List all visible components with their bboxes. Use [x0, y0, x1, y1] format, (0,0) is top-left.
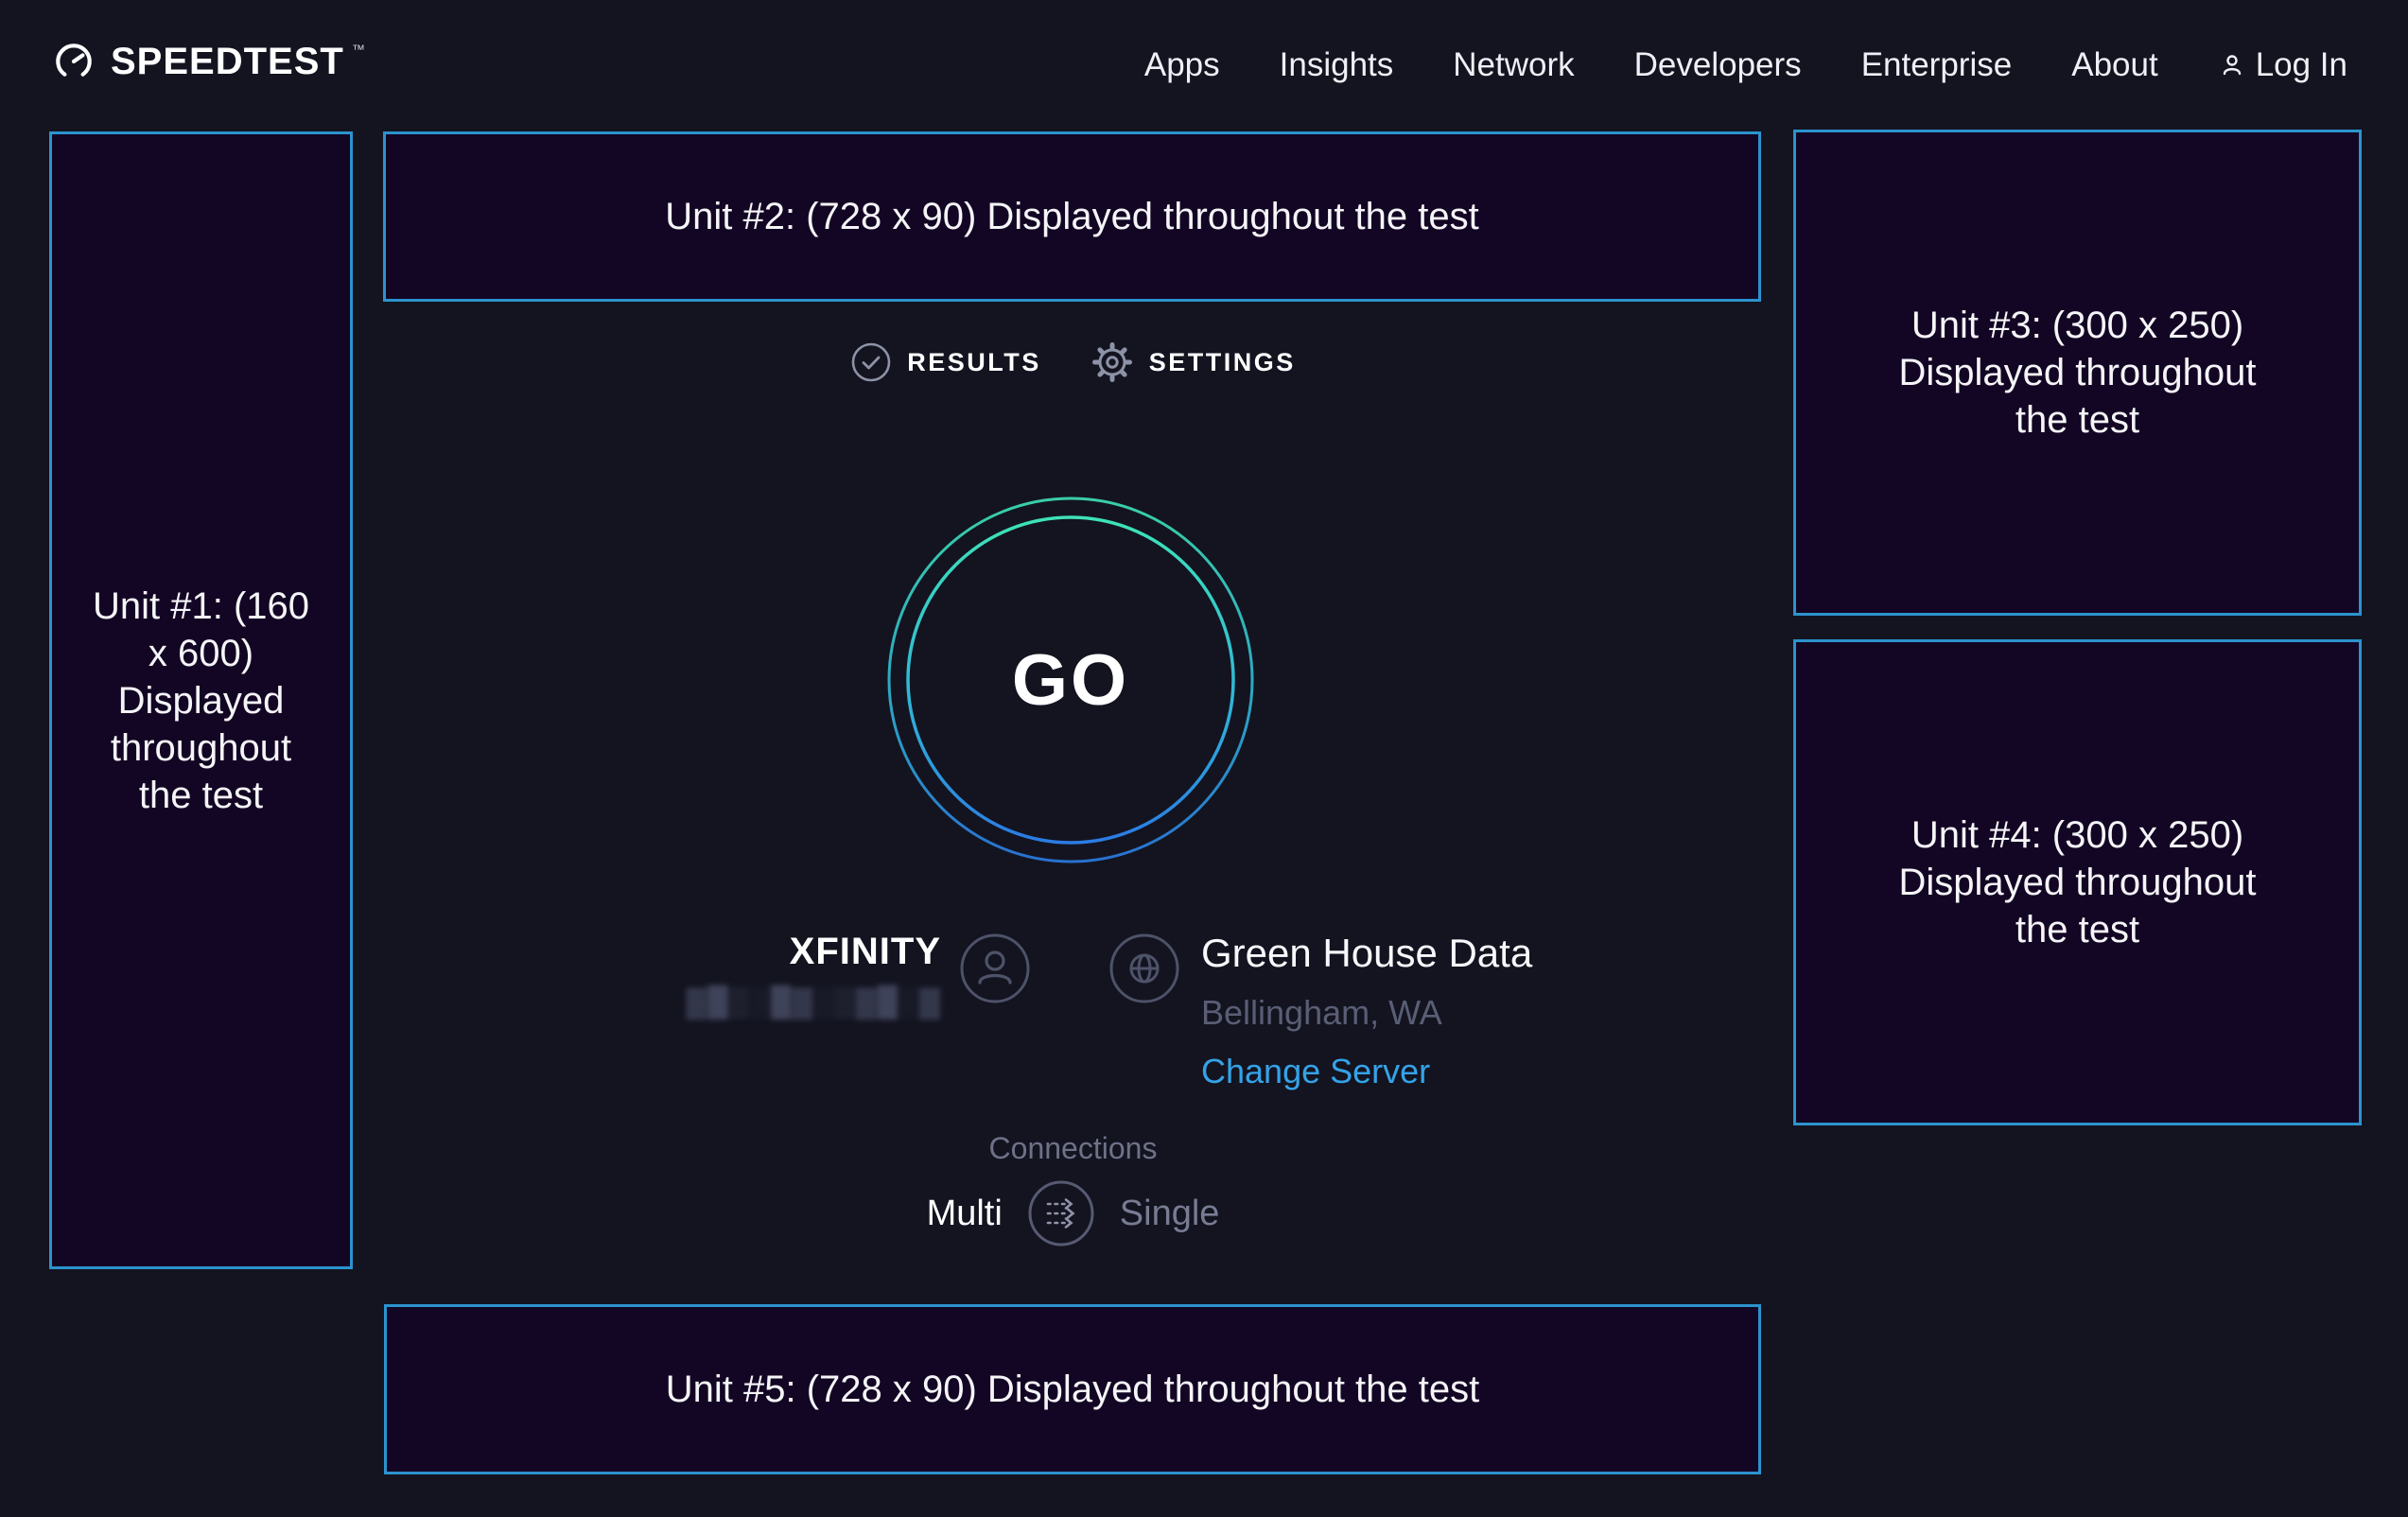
tab-results[interactable]: RESULTS [850, 341, 1041, 383]
login-label: Log In [2256, 46, 2347, 84]
nav-item-enterprise[interactable]: Enterprise [1861, 46, 2013, 84]
server-info: Green House Data Bellingham, WA Change S… [1201, 931, 1532, 1091]
tab-settings[interactable]: SETTINGS [1091, 340, 1296, 384]
ad-unit-5[interactable]: Unit #5: (728 x 90) Displayed throughout… [384, 1304, 1761, 1474]
tab-settings-label: SETTINGS [1149, 348, 1296, 377]
isp-name: XFINITY [686, 931, 941, 973]
go-button-label: GO [886, 496, 1255, 864]
ad-unit-5-text: Unit #5: (728 x 90) Displayed throughout… [666, 1366, 1480, 1413]
gear-icon [1091, 340, 1134, 384]
server-location: Bellingham, WA [1201, 993, 1532, 1033]
speedtest-page: SPEEDTEST ™ Apps Insights Network Develo… [0, 0, 2408, 1517]
ad-unit-4[interactable]: Unit #4: (300 x 250) Displayed throughou… [1793, 639, 2362, 1125]
main-nav: Apps Insights Network Developers Enterpr… [1144, 0, 2347, 131]
nav-item-about[interactable]: About [2071, 46, 2157, 84]
ad-unit-2-text: Unit #2: (728 x 90) Displayed throughout… [665, 193, 1479, 240]
logo-text: SPEEDTEST [111, 41, 344, 83]
isp-detail-redacted: ▓█▒░█▓░▒▓█░▓ [686, 986, 941, 1019]
isp-avatar-icon[interactable] [959, 933, 1031, 1004]
ad-unit-1[interactable]: Unit #1: (160 x 600) Displayed throughou… [49, 131, 353, 1269]
ad-unit-2[interactable]: Unit #2: (728 x 90) Displayed throughout… [383, 131, 1761, 302]
go-button[interactable]: GO [886, 496, 1255, 864]
nav-item-insights[interactable]: Insights [1280, 46, 1394, 84]
header: SPEEDTEST ™ Apps Insights Network Develo… [0, 0, 2408, 131]
tabs-bar: RESULTS [353, 340, 1793, 384]
tab-results-label: RESULTS [907, 348, 1041, 377]
logo-trademark: ™ [352, 42, 365, 57]
ad-unit-3[interactable]: Unit #3: (300 x 250) Displayed throughou… [1793, 130, 2362, 616]
globe-icon [1108, 933, 1180, 1004]
connections-label: Connections [353, 1131, 1793, 1166]
nav-item-login[interactable]: Log In [2218, 46, 2347, 84]
ad-unit-4-text: Unit #4: (300 x 250) Displayed throughou… [1875, 811, 2281, 953]
isp-info: XFINITY ▓█▒░█▓░▒▓█░▓ [686, 931, 941, 1019]
check-circle-icon [850, 341, 892, 383]
user-icon [2218, 51, 2246, 79]
nav-item-apps[interactable]: Apps [1144, 46, 1220, 84]
speedtest-gauge-icon [52, 40, 96, 83]
nav-item-developers[interactable]: Developers [1634, 46, 1802, 84]
nav-item-network[interactable]: Network [1453, 46, 1574, 84]
connections-option-multi[interactable]: Multi [927, 1194, 1003, 1234]
speedtest-logo[interactable]: SPEEDTEST ™ [52, 40, 365, 83]
connections-toggle-icon[interactable] [1027, 1179, 1095, 1247]
change-server-link[interactable]: Change Server [1201, 1052, 1532, 1091]
connections-option-single[interactable]: Single [1120, 1194, 1220, 1234]
server-name: Green House Data [1201, 931, 1532, 976]
ad-unit-1-text: Unit #1: (160 x 600) Displayed throughou… [92, 583, 311, 819]
ad-unit-3-text: Unit #3: (300 x 250) Displayed throughou… [1875, 302, 2281, 444]
connections-toggle-row: Multi Single [353, 1179, 1793, 1247]
